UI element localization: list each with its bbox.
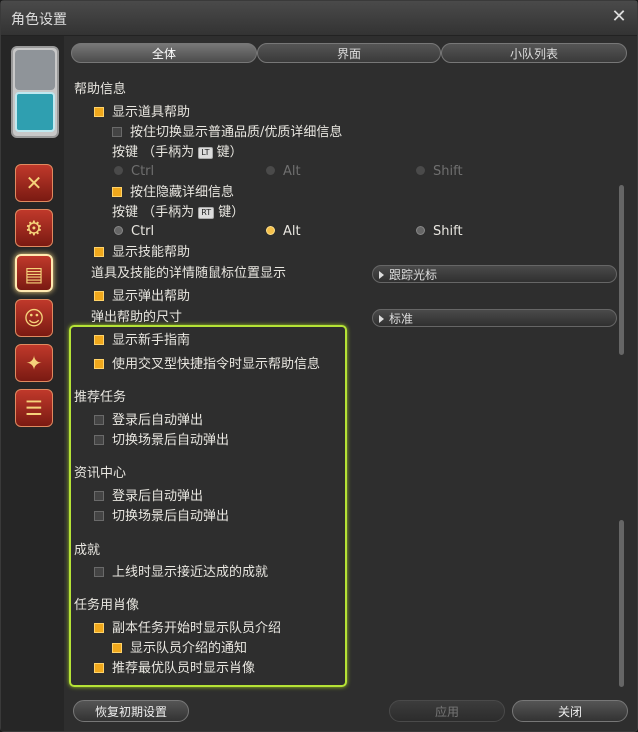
checkbox-unchecked-icon: [112, 127, 122, 137]
radio-shift-disabled: Shift: [416, 163, 463, 181]
radio-icon: [266, 166, 275, 175]
inventory-settings-icon[interactable]: ⚙: [15, 209, 53, 247]
checkbox-label: 显示道具帮助: [112, 105, 191, 120]
scrollbar-thumb[interactable]: [619, 520, 624, 687]
popup-size-dropdown[interactable]: 标准: [372, 309, 617, 327]
scrollbar[interactable]: [619, 185, 624, 687]
highlight-frame: [69, 325, 347, 687]
scrollbar-track-upper[interactable]: [619, 185, 624, 355]
gamepad-icon[interactable]: [15, 50, 55, 90]
battle-settings-icon[interactable]: ✕: [15, 164, 53, 202]
ui-settings-icon[interactable]: ▤: [15, 254, 53, 292]
checkbox-label: 按住隐藏详细信息: [130, 185, 235, 200]
dropdown-arrow-icon: [379, 271, 384, 279]
radio-icon: [114, 226, 123, 235]
close-button[interactable]: 关闭: [512, 700, 628, 722]
reset-button[interactable]: 恢复初期设置: [73, 700, 189, 722]
item-help-checkbox[interactable]: 显示道具帮助: [94, 104, 190, 122]
tab-interface[interactable]: 界面: [257, 43, 441, 63]
checkbox-checked-icon: [94, 291, 104, 301]
key-suffix: 键）: [218, 205, 245, 220]
tab-bar: 全体 界面 小队列表: [71, 43, 627, 63]
radio-label: Alt: [283, 164, 301, 179]
chat-settings-icon[interactable]: ☰: [15, 389, 53, 427]
radio-alt-selected[interactable]: Alt: [266, 223, 301, 241]
skill-help-checkbox[interactable]: 显示技能帮助: [94, 244, 190, 262]
key-label-row-2: 按键 （手柄为 RT 键）: [112, 204, 244, 222]
radio-ctrl-disabled: Ctrl: [114, 163, 154, 181]
checkbox-label: 显示技能帮助: [112, 245, 191, 260]
key-suffix: 键）: [216, 145, 243, 160]
input-mode-switch[interactable]: [11, 46, 59, 138]
checkbox-label: 按住切换显示普通品质/优质详细信息: [130, 125, 343, 140]
key-label: 按键 （手柄为: [112, 205, 195, 220]
title-bar[interactable]: 角色设置 ✕: [1, 1, 637, 36]
mouse-pos-label: 道具及技能的详情随鼠标位置显示: [91, 266, 287, 281]
sidebar: ✕ ⚙ ▤ ☺ ✦ ☰: [1, 36, 64, 731]
hold-hide-checkbox[interactable]: 按住隐藏详细信息: [112, 184, 234, 202]
radio-label: Shift: [433, 224, 463, 239]
radio-label: Ctrl: [131, 224, 155, 239]
radio-label: Ctrl: [131, 164, 155, 179]
popup-help-checkbox[interactable]: 显示弹出帮助: [94, 288, 190, 306]
checkbox-checked-icon: [94, 107, 104, 117]
tab-general[interactable]: 全体: [71, 43, 257, 63]
window-title: 角色设置: [11, 12, 67, 28]
close-icon[interactable]: ✕: [609, 7, 629, 27]
radio-icon: [114, 166, 123, 175]
nameplate-settings-icon[interactable]: ☺: [15, 299, 53, 337]
dropdown-value: 跟踪光标: [389, 268, 438, 282]
hotbar-settings-icon[interactable]: ✦: [15, 344, 53, 382]
radio-selected-icon: [266, 226, 275, 235]
radio-ctrl[interactable]: Ctrl: [114, 223, 154, 241]
checkbox-checked-icon: [94, 247, 104, 257]
checkbox-checked-icon: [112, 187, 122, 197]
dropdown-value: 标准: [389, 312, 414, 326]
radio-label: Shift: [433, 164, 463, 179]
mouse-pos-dropdown[interactable]: 跟踪光标: [372, 265, 617, 283]
radio-icon: [416, 226, 425, 235]
section-help-title: 帮助信息: [74, 82, 127, 97]
checkbox-label: 显示弹出帮助: [112, 289, 191, 304]
key-label: 按键 （手柄为: [112, 145, 195, 160]
lt-button-icon: LT: [198, 147, 213, 159]
dropdown-arrow-icon: [379, 315, 384, 323]
mouse-icon[interactable]: [15, 92, 55, 132]
key-label-row: 按键 （手柄为 LT 键）: [112, 144, 243, 162]
radio-alt-disabled: Alt: [266, 163, 301, 181]
radio-icon: [416, 166, 425, 175]
radio-label: Alt: [283, 224, 301, 239]
character-config-window: 角色设置 ✕ ✕ ⚙ ▤ ☺ ✦ ☰ 全体 界面 小队列表 帮助信息 显示道具帮…: [0, 0, 638, 732]
hold-switch-checkbox[interactable]: 按住切换显示普通品质/优质详细信息: [112, 124, 342, 142]
tab-party-list[interactable]: 小队列表: [441, 43, 627, 63]
radio-shift[interactable]: Shift: [416, 223, 463, 241]
apply-button[interactable]: 应用: [389, 700, 505, 722]
rt-button-icon: RT: [198, 207, 215, 219]
